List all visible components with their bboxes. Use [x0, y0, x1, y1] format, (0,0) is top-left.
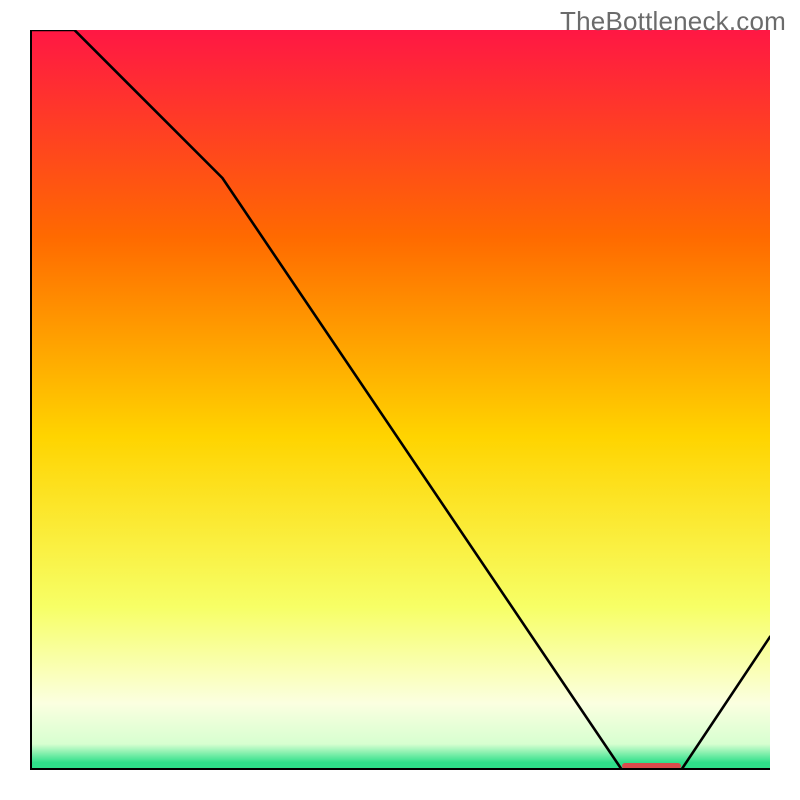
chart-canvas: TheBottleneck.com: [0, 0, 800, 800]
minimum-marker: [622, 763, 681, 769]
plot-area: [30, 30, 770, 770]
watermark-text: TheBottleneck.com: [560, 6, 786, 37]
bottleneck-curve: [30, 30, 770, 770]
